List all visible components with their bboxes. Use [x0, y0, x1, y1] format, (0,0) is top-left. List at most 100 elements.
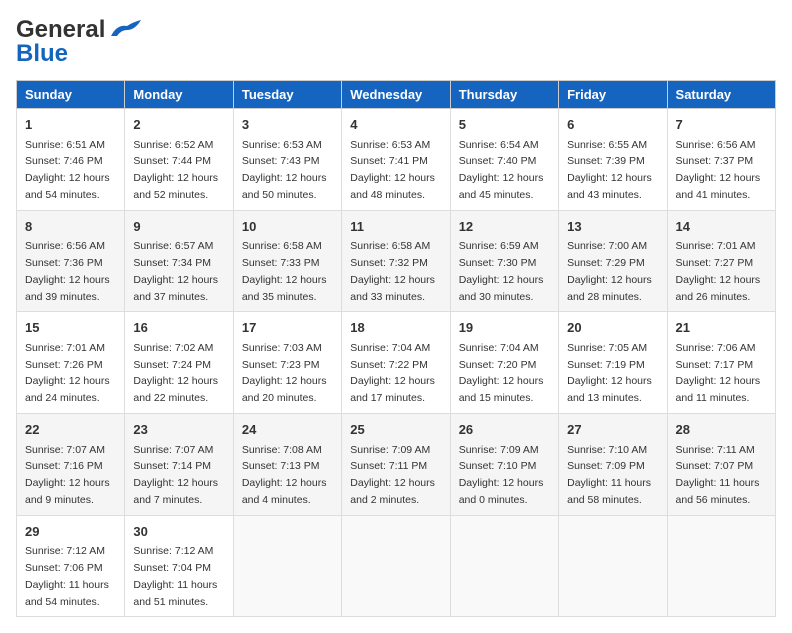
calendar-cell: 24Sunrise: 7:08 AM Sunset: 7:13 PM Dayli…: [233, 414, 341, 516]
day-number: 17: [242, 318, 333, 338]
column-header-thursday: Thursday: [450, 81, 558, 109]
day-number: 16: [133, 318, 224, 338]
day-number: 29: [25, 522, 116, 542]
calendar-header-row: SundayMondayTuesdayWednesdayThursdayFrid…: [17, 81, 776, 109]
day-number: 4: [350, 115, 441, 135]
calendar-week-4: 22Sunrise: 7:07 AM Sunset: 7:16 PM Dayli…: [17, 414, 776, 516]
calendar-cell: 30Sunrise: 7:12 AM Sunset: 7:04 PM Dayli…: [125, 515, 233, 617]
day-info: Sunrise: 7:04 AM Sunset: 7:20 PM Dayligh…: [459, 340, 550, 407]
calendar-cell: 25Sunrise: 7:09 AM Sunset: 7:11 PM Dayli…: [342, 414, 450, 516]
column-header-friday: Friday: [559, 81, 667, 109]
day-number: 1: [25, 115, 116, 135]
calendar-cell: 28Sunrise: 7:11 AM Sunset: 7:07 PM Dayli…: [667, 414, 775, 516]
day-number: 21: [676, 318, 767, 338]
day-number: 10: [242, 217, 333, 237]
day-number: 6: [567, 115, 658, 135]
logo-bird-icon: [107, 16, 143, 44]
day-info: Sunrise: 6:56 AM Sunset: 7:36 PM Dayligh…: [25, 238, 116, 305]
day-info: Sunrise: 6:53 AM Sunset: 7:43 PM Dayligh…: [242, 137, 333, 204]
calendar-week-3: 15Sunrise: 7:01 AM Sunset: 7:26 PM Dayli…: [17, 312, 776, 414]
day-info: Sunrise: 6:52 AM Sunset: 7:44 PM Dayligh…: [133, 137, 224, 204]
day-info: Sunrise: 7:08 AM Sunset: 7:13 PM Dayligh…: [242, 442, 333, 509]
column-header-tuesday: Tuesday: [233, 81, 341, 109]
day-info: Sunrise: 7:12 AM Sunset: 7:06 PM Dayligh…: [25, 543, 116, 610]
calendar-cell: 19Sunrise: 7:04 AM Sunset: 7:20 PM Dayli…: [450, 312, 558, 414]
day-number: 7: [676, 115, 767, 135]
calendar-cell: 29Sunrise: 7:12 AM Sunset: 7:06 PM Dayli…: [17, 515, 125, 617]
day-info: Sunrise: 6:51 AM Sunset: 7:46 PM Dayligh…: [25, 137, 116, 204]
day-number: 20: [567, 318, 658, 338]
day-number: 28: [676, 420, 767, 440]
day-info: Sunrise: 7:11 AM Sunset: 7:07 PM Dayligh…: [676, 442, 767, 509]
calendar-cell: 26Sunrise: 7:09 AM Sunset: 7:10 PM Dayli…: [450, 414, 558, 516]
day-info: Sunrise: 6:58 AM Sunset: 7:33 PM Dayligh…: [242, 238, 333, 305]
day-info: Sunrise: 6:55 AM Sunset: 7:39 PM Dayligh…: [567, 137, 658, 204]
calendar-cell: 14Sunrise: 7:01 AM Sunset: 7:27 PM Dayli…: [667, 210, 775, 312]
day-info: Sunrise: 7:09 AM Sunset: 7:10 PM Dayligh…: [459, 442, 550, 509]
day-number: 25: [350, 420, 441, 440]
day-info: Sunrise: 7:01 AM Sunset: 7:27 PM Dayligh…: [676, 238, 767, 305]
calendar-cell: [342, 515, 450, 617]
day-number: 18: [350, 318, 441, 338]
calendar-cell: 4Sunrise: 6:53 AM Sunset: 7:41 PM Daylig…: [342, 109, 450, 211]
calendar-cell: 3Sunrise: 6:53 AM Sunset: 7:43 PM Daylig…: [233, 109, 341, 211]
day-info: Sunrise: 7:07 AM Sunset: 7:16 PM Dayligh…: [25, 442, 116, 509]
calendar-cell: 13Sunrise: 7:00 AM Sunset: 7:29 PM Dayli…: [559, 210, 667, 312]
day-number: 12: [459, 217, 550, 237]
day-info: Sunrise: 6:58 AM Sunset: 7:32 PM Dayligh…: [350, 238, 441, 305]
calendar-cell: 11Sunrise: 6:58 AM Sunset: 7:32 PM Dayli…: [342, 210, 450, 312]
day-number: 2: [133, 115, 224, 135]
calendar-week-1: 1Sunrise: 6:51 AM Sunset: 7:46 PM Daylig…: [17, 109, 776, 211]
calendar-cell: 20Sunrise: 7:05 AM Sunset: 7:19 PM Dayli…: [559, 312, 667, 414]
calendar-body: 1Sunrise: 6:51 AM Sunset: 7:46 PM Daylig…: [17, 109, 776, 617]
calendar-week-5: 29Sunrise: 7:12 AM Sunset: 7:06 PM Dayli…: [17, 515, 776, 617]
day-number: 11: [350, 217, 441, 237]
calendar-cell: [450, 515, 558, 617]
calendar-cell: 6Sunrise: 6:55 AM Sunset: 7:39 PM Daylig…: [559, 109, 667, 211]
calendar-cell: 9Sunrise: 6:57 AM Sunset: 7:34 PM Daylig…: [125, 210, 233, 312]
calendar-cell: 8Sunrise: 6:56 AM Sunset: 7:36 PM Daylig…: [17, 210, 125, 312]
day-number: 8: [25, 217, 116, 237]
calendar-cell: 18Sunrise: 7:04 AM Sunset: 7:22 PM Dayli…: [342, 312, 450, 414]
column-header-wednesday: Wednesday: [342, 81, 450, 109]
day-info: Sunrise: 6:57 AM Sunset: 7:34 PM Dayligh…: [133, 238, 224, 305]
day-number: 9: [133, 217, 224, 237]
day-info: Sunrise: 7:10 AM Sunset: 7:09 PM Dayligh…: [567, 442, 658, 509]
logo-blue: Blue: [16, 40, 68, 68]
calendar-table: SundayMondayTuesdayWednesdayThursdayFrid…: [16, 80, 776, 617]
day-number: 24: [242, 420, 333, 440]
day-info: Sunrise: 6:59 AM Sunset: 7:30 PM Dayligh…: [459, 238, 550, 305]
calendar-cell: 2Sunrise: 6:52 AM Sunset: 7:44 PM Daylig…: [125, 109, 233, 211]
day-info: Sunrise: 7:12 AM Sunset: 7:04 PM Dayligh…: [133, 543, 224, 610]
page-header: General Blue: [16, 16, 776, 68]
day-info: Sunrise: 6:56 AM Sunset: 7:37 PM Dayligh…: [676, 137, 767, 204]
calendar-cell: 1Sunrise: 6:51 AM Sunset: 7:46 PM Daylig…: [17, 109, 125, 211]
calendar-cell: 16Sunrise: 7:02 AM Sunset: 7:24 PM Dayli…: [125, 312, 233, 414]
day-number: 26: [459, 420, 550, 440]
day-number: 30: [133, 522, 224, 542]
calendar-cell: 23Sunrise: 7:07 AM Sunset: 7:14 PM Dayli…: [125, 414, 233, 516]
calendar-cell: 17Sunrise: 7:03 AM Sunset: 7:23 PM Dayli…: [233, 312, 341, 414]
calendar-cell: [233, 515, 341, 617]
day-number: 19: [459, 318, 550, 338]
day-number: 13: [567, 217, 658, 237]
column-header-monday: Monday: [125, 81, 233, 109]
day-info: Sunrise: 7:01 AM Sunset: 7:26 PM Dayligh…: [25, 340, 116, 407]
day-number: 15: [25, 318, 116, 338]
calendar-cell: 10Sunrise: 6:58 AM Sunset: 7:33 PM Dayli…: [233, 210, 341, 312]
calendar-cell: 5Sunrise: 6:54 AM Sunset: 7:40 PM Daylig…: [450, 109, 558, 211]
day-info: Sunrise: 7:06 AM Sunset: 7:17 PM Dayligh…: [676, 340, 767, 407]
day-number: 3: [242, 115, 333, 135]
calendar-cell: [559, 515, 667, 617]
logo: General Blue: [16, 16, 143, 68]
calendar-cell: 7Sunrise: 6:56 AM Sunset: 7:37 PM Daylig…: [667, 109, 775, 211]
calendar-cell: 15Sunrise: 7:01 AM Sunset: 7:26 PM Dayli…: [17, 312, 125, 414]
calendar-cell: [667, 515, 775, 617]
day-info: Sunrise: 7:09 AM Sunset: 7:11 PM Dayligh…: [350, 442, 441, 509]
day-number: 14: [676, 217, 767, 237]
day-number: 22: [25, 420, 116, 440]
day-info: Sunrise: 7:04 AM Sunset: 7:22 PM Dayligh…: [350, 340, 441, 407]
day-info: Sunrise: 7:02 AM Sunset: 7:24 PM Dayligh…: [133, 340, 224, 407]
day-number: 23: [133, 420, 224, 440]
day-info: Sunrise: 7:05 AM Sunset: 7:19 PM Dayligh…: [567, 340, 658, 407]
